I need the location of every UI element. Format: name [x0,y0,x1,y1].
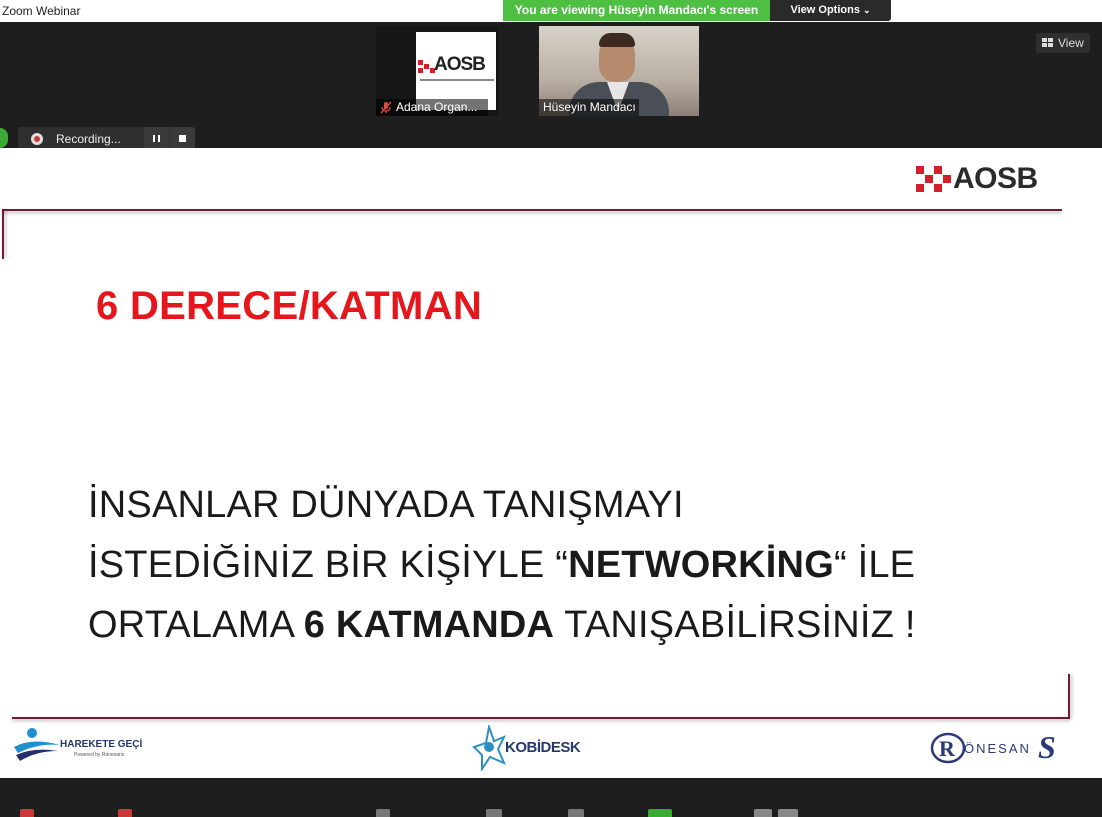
mic-muted-icon [380,101,392,114]
kobidesk-star-icon [472,725,506,771]
slide-title: 6 DERECE/KATMAN [96,284,483,328]
kobidesk-logo: KOBİDESK [472,723,592,773]
aosb-logo: AOSB [916,162,1056,196]
harekete-gec-logo: HAREKETE GEÇİ Powered by Rönesans [12,723,152,773]
slide-body-line-1: İNSANLAR DÜNYADA TANIŞMAYI [88,484,684,526]
kobidesk-text: KOBİDESK [505,739,581,756]
viewing-banner: You are viewing Hüseyin Mandacı's screen… [503,0,891,22]
recording-label: Recording... [56,132,121,146]
participant-tile-adana[interactable]: AOSB Adana Organ... [376,26,498,116]
viewing-screen-text: You are viewing Hüseyin Mandacı's screen [503,0,770,21]
slide-divider-bottom [12,717,1070,719]
aosb-avatar-subline [420,79,494,81]
toolbar-video-button[interactable] [118,809,132,817]
toolbar-leave-button[interactable] [778,809,798,817]
slide-body: İNSANLAR DÜNYADA TANIŞMAYI İSTEDİĞİNİZ B… [88,475,916,655]
slide-body-line-3: ORTALAMA 6 KATMANDA TANIŞABİLİRSİNİZ ! [88,604,916,646]
view-button[interactable]: View [1036,33,1090,53]
video-person-hair [599,33,635,47]
participant-name: Hüseyin Mandacı [543,100,636,114]
ronesans-r-icon: R [930,732,966,764]
participant-name-label: Adana Organ... [376,99,488,116]
toolbar-mute-button[interactable] [20,809,34,817]
ronesans-logo: R ÖNESAN S [930,723,1070,773]
aosb-logo-text: AOSB [953,162,1038,195]
ronesans-text: ÖNESAN [964,741,1031,756]
participant-name: Adana Organ... [396,100,478,114]
slide-divider-top [2,209,1062,211]
chevron-down-icon: ⌄ [862,5,871,15]
ronesans-s-letter: S [1038,729,1056,765]
toolbar-chat-button[interactable] [486,809,502,817]
svg-text:R: R [939,736,956,761]
slide-body-line-2: İSTEDİĞİNİZ BİR KİŞİYLE “NETWORKİNG“ İLE [88,544,916,586]
view-options-label: View Options [790,4,860,16]
aosb-mark-icon [916,166,951,192]
view-options-button[interactable]: View Options ⌄ [770,0,891,21]
grid-icon [1042,38,1053,47]
participant-tile-huseyin[interactable]: Hüseyin Mandacı [539,26,699,116]
slide-divider-top-corner [2,209,4,259]
swirl-logo-icon [14,728,60,761]
toolbar-participants-button[interactable] [376,809,390,817]
harekete-gec-text: HAREKETE GEÇİ [60,739,143,750]
harekete-gec-subtext: Powered by Rönesans [74,752,125,758]
toolbar-raise-hand-button[interactable] [648,809,672,817]
recording-dot-icon [31,133,43,145]
shared-screen-slide: AOSB 6 DERECE/KATMAN İNSANLAR DÜNYADA TA… [0,148,1102,778]
participant-name-label: Hüseyin Mandacı [539,99,639,116]
aosb-avatar-text: AOSB [434,54,486,75]
meeting-toolbar [0,778,1102,817]
toolbar-qa-button[interactable] [568,809,584,817]
slide-divider-bottom-corner [1068,674,1070,719]
view-button-label: View [1058,36,1084,50]
toolbar-more-button[interactable] [754,809,772,817]
